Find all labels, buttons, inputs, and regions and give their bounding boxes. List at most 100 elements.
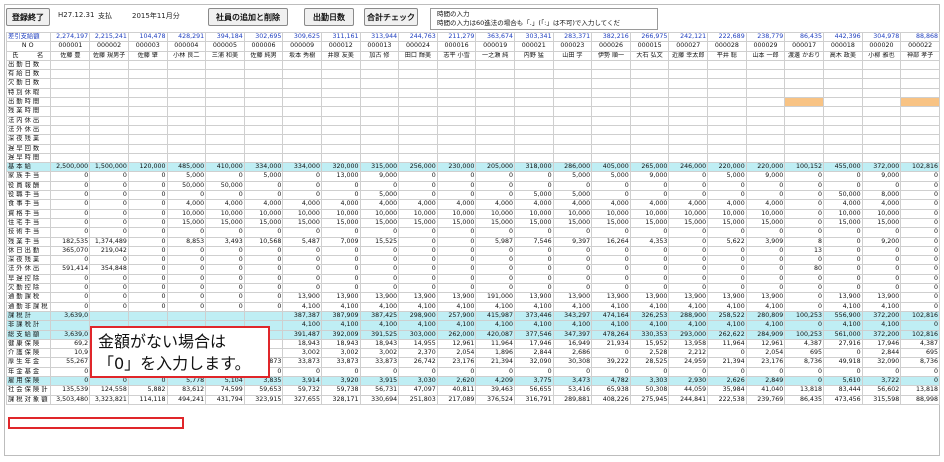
input-cell[interactable]: 18,943: [320, 338, 361, 350]
input-cell[interactable]: 5,000: [707, 171, 747, 182]
input-cell[interactable]: 32,090: [861, 357, 902, 368]
input-cell[interactable]: [591, 124, 631, 136]
input-cell[interactable]: 100,253: [784, 310, 825, 322]
input-cell[interactable]: [629, 78, 670, 89]
input-cell[interactable]: 473,456: [823, 394, 863, 405]
input-cell[interactable]: 275,945: [629, 394, 670, 405]
input-cell[interactable]: 474,164: [591, 310, 631, 322]
input-cell[interactable]: 15,000: [745, 217, 786, 229]
input-cell[interactable]: 327,655: [282, 394, 322, 405]
input-cell[interactable]: [823, 134, 863, 145]
input-cell[interactable]: [823, 152, 863, 164]
input-cell[interactable]: [668, 152, 709, 164]
input-cell[interactable]: [900, 69, 940, 80]
input-cell[interactable]: 5,000: [552, 190, 593, 201]
input-cell[interactable]: [205, 152, 245, 164]
input-cell[interactable]: [513, 124, 554, 136]
input-cell[interactable]: [475, 152, 515, 164]
input-cell[interactable]: [166, 115, 207, 126]
input-cell[interactable]: 33,873: [282, 357, 322, 368]
input-cell[interactable]: 35,984: [707, 385, 747, 396]
input-cell[interactable]: 323,915: [243, 394, 284, 405]
input-cell[interactable]: 0: [359, 282, 400, 294]
input-cell[interactable]: [282, 97, 322, 108]
input-cell[interactable]: 0: [243, 273, 284, 285]
input-cell[interactable]: 0: [823, 264, 863, 275]
input-cell[interactable]: 9,000: [745, 171, 786, 182]
input-cell[interactable]: 15,000: [861, 217, 902, 229]
input-cell[interactable]: 0: [127, 255, 168, 266]
input-cell[interactable]: [243, 78, 284, 89]
input-cell[interactable]: 0: [205, 245, 245, 257]
input-cell[interactable]: [282, 59, 322, 71]
input-cell[interactable]: 15,000: [398, 217, 438, 229]
input-cell[interactable]: 0: [127, 301, 168, 312]
input-cell[interactable]: 205,000: [475, 162, 515, 173]
input-cell[interactable]: [127, 69, 168, 80]
input-cell[interactable]: 0: [475, 273, 515, 285]
input-cell[interactable]: [745, 78, 786, 89]
input-cell[interactable]: 4,100: [823, 320, 863, 331]
input-cell[interactable]: 0: [784, 217, 825, 229]
input-cell[interactable]: 315,598: [861, 394, 902, 405]
input-cell[interactable]: [205, 78, 245, 89]
input-cell[interactable]: 0: [591, 227, 631, 238]
input-cell[interactable]: 4,100: [436, 301, 477, 312]
input-cell[interactable]: 0: [436, 282, 477, 294]
input-cell[interactable]: 2,370: [398, 348, 438, 359]
input-cell[interactable]: 0: [50, 375, 91, 387]
input-cell[interactable]: 9,397: [552, 236, 593, 247]
input-cell[interactable]: 591,414: [50, 264, 91, 275]
input-cell[interactable]: 0: [359, 227, 400, 238]
input-cell[interactable]: 0: [707, 264, 747, 275]
input-cell[interactable]: 415,987: [475, 310, 515, 322]
input-cell[interactable]: [668, 97, 709, 108]
input-cell[interactable]: [166, 143, 207, 154]
input-cell[interactable]: 4,000: [205, 199, 245, 210]
input-cell[interactable]: [205, 115, 245, 126]
input-cell[interactable]: 485,000: [166, 162, 207, 173]
input-cell[interactable]: [127, 106, 168, 117]
input-cell[interactable]: 8: [784, 236, 825, 247]
input-cell[interactable]: 0: [629, 366, 670, 378]
input-cell[interactable]: [591, 69, 631, 80]
input-cell[interactable]: 0: [591, 255, 631, 266]
input-cell[interactable]: [745, 124, 786, 136]
input-cell[interactable]: 41,040: [745, 385, 786, 396]
input-cell[interactable]: 0: [745, 245, 786, 257]
input-cell[interactable]: 0: [900, 255, 940, 266]
input-cell[interactable]: [127, 310, 168, 322]
input-cell[interactable]: 13,000: [320, 171, 361, 182]
input-cell[interactable]: 0: [668, 273, 709, 285]
input-cell[interactable]: [707, 78, 747, 89]
input-cell[interactable]: 0: [784, 199, 825, 210]
input-cell[interactable]: 0: [398, 190, 438, 201]
input-cell[interactable]: 15,000: [668, 217, 709, 229]
input-cell[interactable]: 0: [475, 366, 515, 378]
input-cell[interactable]: 4,100: [707, 301, 747, 312]
input-cell[interactable]: [629, 115, 670, 126]
input-cell[interactable]: 0: [436, 255, 477, 266]
input-cell[interactable]: [436, 143, 477, 154]
input-cell[interactable]: 50,308: [629, 385, 670, 396]
input-cell[interactable]: [127, 59, 168, 71]
input-cell[interactable]: 2,686: [552, 348, 593, 359]
input-cell[interactable]: 9,200: [861, 236, 902, 247]
input-cell[interactable]: 4,100: [320, 301, 361, 312]
input-cell[interactable]: 0: [552, 180, 593, 192]
input-cell[interactable]: [398, 152, 438, 164]
input-cell[interactable]: 3,030: [398, 375, 438, 387]
input-cell[interactable]: 0: [668, 227, 709, 238]
input-cell[interactable]: 23,176: [745, 357, 786, 368]
input-cell[interactable]: [784, 124, 825, 136]
input-cell[interactable]: 328,171: [320, 394, 361, 405]
input-cell[interactable]: 420,087: [475, 329, 515, 340]
input-cell[interactable]: 0: [900, 227, 940, 238]
input-cell[interactable]: 0: [629, 180, 670, 192]
input-cell[interactable]: 257,900: [436, 310, 477, 322]
input-cell[interactable]: [436, 78, 477, 89]
input-cell[interactable]: 56,731: [359, 385, 400, 396]
input-cell[interactable]: 3,493: [205, 236, 245, 247]
input-cell[interactable]: 0: [282, 245, 322, 257]
input-cell[interactable]: 4,000: [591, 199, 631, 210]
